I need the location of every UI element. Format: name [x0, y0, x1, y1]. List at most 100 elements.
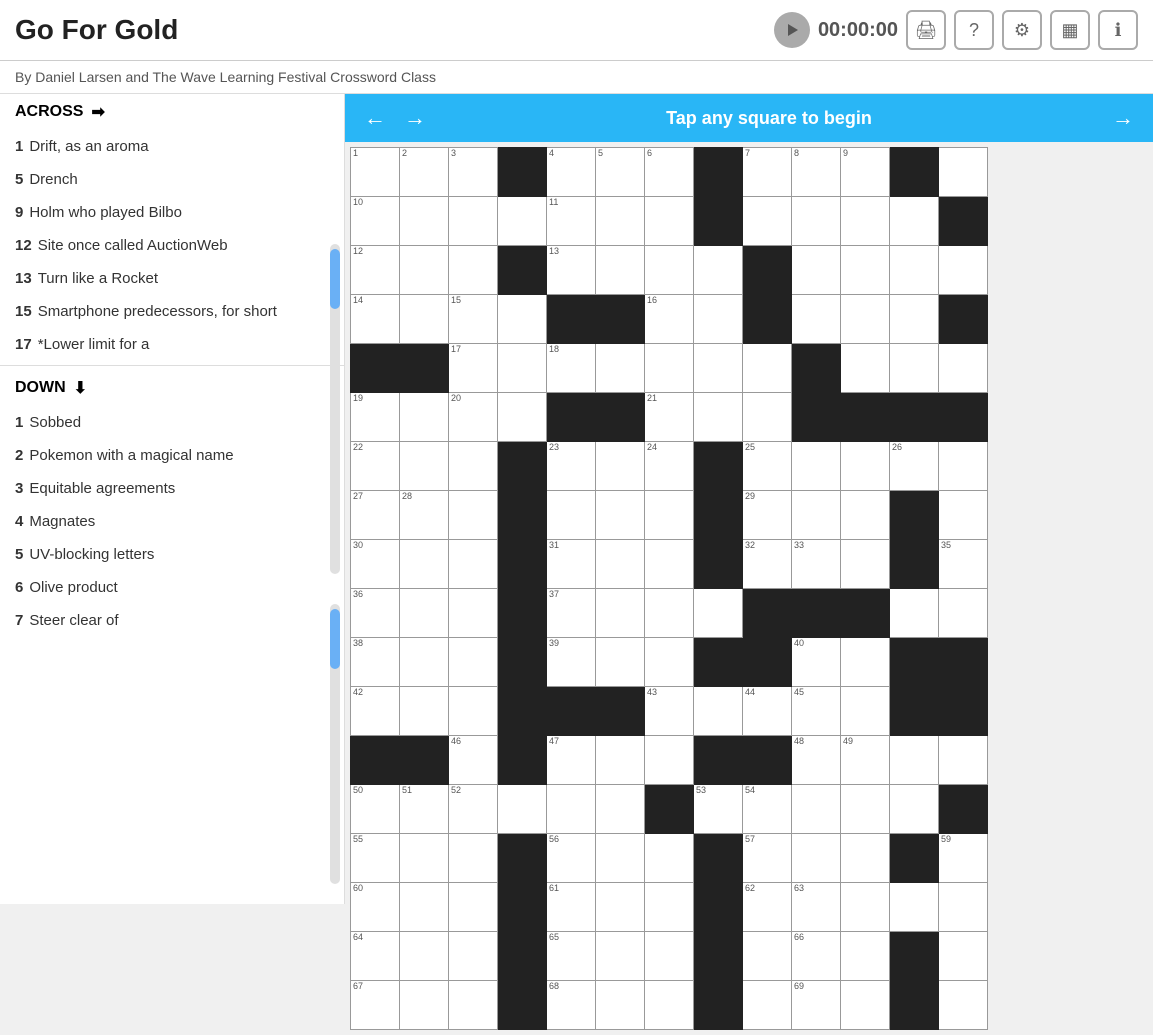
- grid-cell[interactable]: [645, 736, 694, 785]
- grid-cell[interactable]: 7: [743, 148, 792, 197]
- grid-cell[interactable]: 59: [939, 834, 988, 883]
- grid-cell[interactable]: 11: [547, 197, 596, 246]
- grid-cell[interactable]: [792, 785, 841, 834]
- grid-cell[interactable]: 57: [743, 834, 792, 883]
- grid-cell[interactable]: 43: [645, 687, 694, 736]
- grid-cell[interactable]: 6: [645, 148, 694, 197]
- down-scrollbar-thumb[interactable]: [330, 609, 340, 669]
- grid-cell[interactable]: 4: [547, 148, 596, 197]
- grid-cell[interactable]: 23: [547, 442, 596, 491]
- grid-cell[interactable]: [596, 540, 645, 589]
- grid-cell[interactable]: [939, 932, 988, 981]
- grid-cell[interactable]: 31: [547, 540, 596, 589]
- grid-cell[interactable]: [841, 246, 890, 295]
- grid-cell[interactable]: [645, 589, 694, 638]
- grid-cell[interactable]: [694, 344, 743, 393]
- grid-cell[interactable]: 15: [449, 295, 498, 344]
- grid-cell[interactable]: [645, 246, 694, 295]
- grid-cell[interactable]: [792, 442, 841, 491]
- grid-cell[interactable]: 54: [743, 785, 792, 834]
- grid-cell[interactable]: [645, 540, 694, 589]
- grid-cell[interactable]: [890, 785, 939, 834]
- clue-across-9[interactable]: 9Holm who played Bilbo: [10, 196, 334, 229]
- grid-cell[interactable]: [596, 981, 645, 1030]
- grid-cell[interactable]: [890, 344, 939, 393]
- grid-cell[interactable]: 56: [547, 834, 596, 883]
- grid-cell[interactable]: [547, 785, 596, 834]
- grid-cell[interactable]: [694, 687, 743, 736]
- clue-across-12[interactable]: 12Site once called AuctionWeb: [10, 229, 334, 262]
- grid-cell[interactable]: [841, 883, 890, 932]
- grid-cell[interactable]: 20: [449, 393, 498, 442]
- grid-cell[interactable]: 50: [351, 785, 400, 834]
- grid-cell[interactable]: 9: [841, 148, 890, 197]
- grid-cell[interactable]: [841, 638, 890, 687]
- grid-cell[interactable]: [841, 932, 890, 981]
- grid-cell[interactable]: [596, 589, 645, 638]
- grid-cell[interactable]: [449, 442, 498, 491]
- grid-cell[interactable]: [400, 197, 449, 246]
- grid-cell[interactable]: 26: [890, 442, 939, 491]
- grid-cell[interactable]: 45: [792, 687, 841, 736]
- grid-cell[interactable]: [498, 393, 547, 442]
- grid-cell[interactable]: [743, 197, 792, 246]
- grid-cell[interactable]: 24: [645, 442, 694, 491]
- grid-cell[interactable]: 19: [351, 393, 400, 442]
- grid-cell[interactable]: [596, 638, 645, 687]
- grid-cell[interactable]: 61: [547, 883, 596, 932]
- grid-cell[interactable]: 12: [351, 246, 400, 295]
- grid-cell[interactable]: 69: [792, 981, 841, 1030]
- grid-cell[interactable]: [792, 246, 841, 295]
- grid-cell[interactable]: 64: [351, 932, 400, 981]
- nav-middle-arrow[interactable]: →: [395, 98, 435, 138]
- grid-cell[interactable]: [645, 932, 694, 981]
- grid-cell[interactable]: [596, 246, 645, 295]
- clue-across-13[interactable]: 13Turn like a Rocket: [10, 262, 334, 295]
- grid-cell[interactable]: [841, 834, 890, 883]
- grid-cell[interactable]: 33: [792, 540, 841, 589]
- grid-cell[interactable]: [939, 981, 988, 1030]
- grid-cell[interactable]: [596, 344, 645, 393]
- grid-cell[interactable]: [890, 197, 939, 246]
- grid-cell[interactable]: [449, 589, 498, 638]
- grid-cell[interactable]: [645, 883, 694, 932]
- grid-cell[interactable]: 18: [547, 344, 596, 393]
- grid-cell[interactable]: [449, 932, 498, 981]
- grid-cell[interactable]: 3: [449, 148, 498, 197]
- grid-cell[interactable]: [596, 197, 645, 246]
- grid-cell[interactable]: 63: [792, 883, 841, 932]
- grid-cell[interactable]: 44: [743, 687, 792, 736]
- grid-cell[interactable]: [645, 638, 694, 687]
- grid-cell[interactable]: [400, 589, 449, 638]
- grid-cell[interactable]: [841, 442, 890, 491]
- grid-cell[interactable]: [939, 344, 988, 393]
- grid-cell[interactable]: [743, 932, 792, 981]
- grid-cell[interactable]: [743, 981, 792, 1030]
- grid-cell[interactable]: 22: [351, 442, 400, 491]
- grid-cell[interactable]: [449, 883, 498, 932]
- grid-cell[interactable]: 2: [400, 148, 449, 197]
- grid-cell[interactable]: 49: [841, 736, 890, 785]
- grid-cell[interactable]: 67: [351, 981, 400, 1030]
- clue-down-1[interactable]: 1Sobbed: [10, 406, 334, 439]
- grid-cell[interactable]: [596, 785, 645, 834]
- grid-cell[interactable]: [449, 638, 498, 687]
- clue-across-5[interactable]: 5Drench: [10, 163, 334, 196]
- grid-cell[interactable]: 21: [645, 393, 694, 442]
- grid-cell[interactable]: [939, 491, 988, 540]
- grid-container[interactable]: 1234567891011121314151617181920212223242…: [345, 142, 1153, 1035]
- grid-cell[interactable]: [400, 246, 449, 295]
- grid-cell[interactable]: [400, 883, 449, 932]
- print-button[interactable]: 🖨: [906, 10, 946, 50]
- nav-left-arrow[interactable]: ←: [355, 98, 395, 138]
- clue-across-17[interactable]: 17*Lower limit for a: [10, 328, 334, 361]
- grid-cell[interactable]: 36: [351, 589, 400, 638]
- grid-cell[interactable]: [645, 197, 694, 246]
- grid-cell[interactable]: [449, 197, 498, 246]
- grid-cell[interactable]: 42: [351, 687, 400, 736]
- grid-cell[interactable]: [939, 736, 988, 785]
- settings-button[interactable]: ⚙: [1002, 10, 1042, 50]
- grid-cell[interactable]: [645, 344, 694, 393]
- grid-cell[interactable]: [939, 442, 988, 491]
- across-scrollbar-thumb[interactable]: [330, 249, 340, 309]
